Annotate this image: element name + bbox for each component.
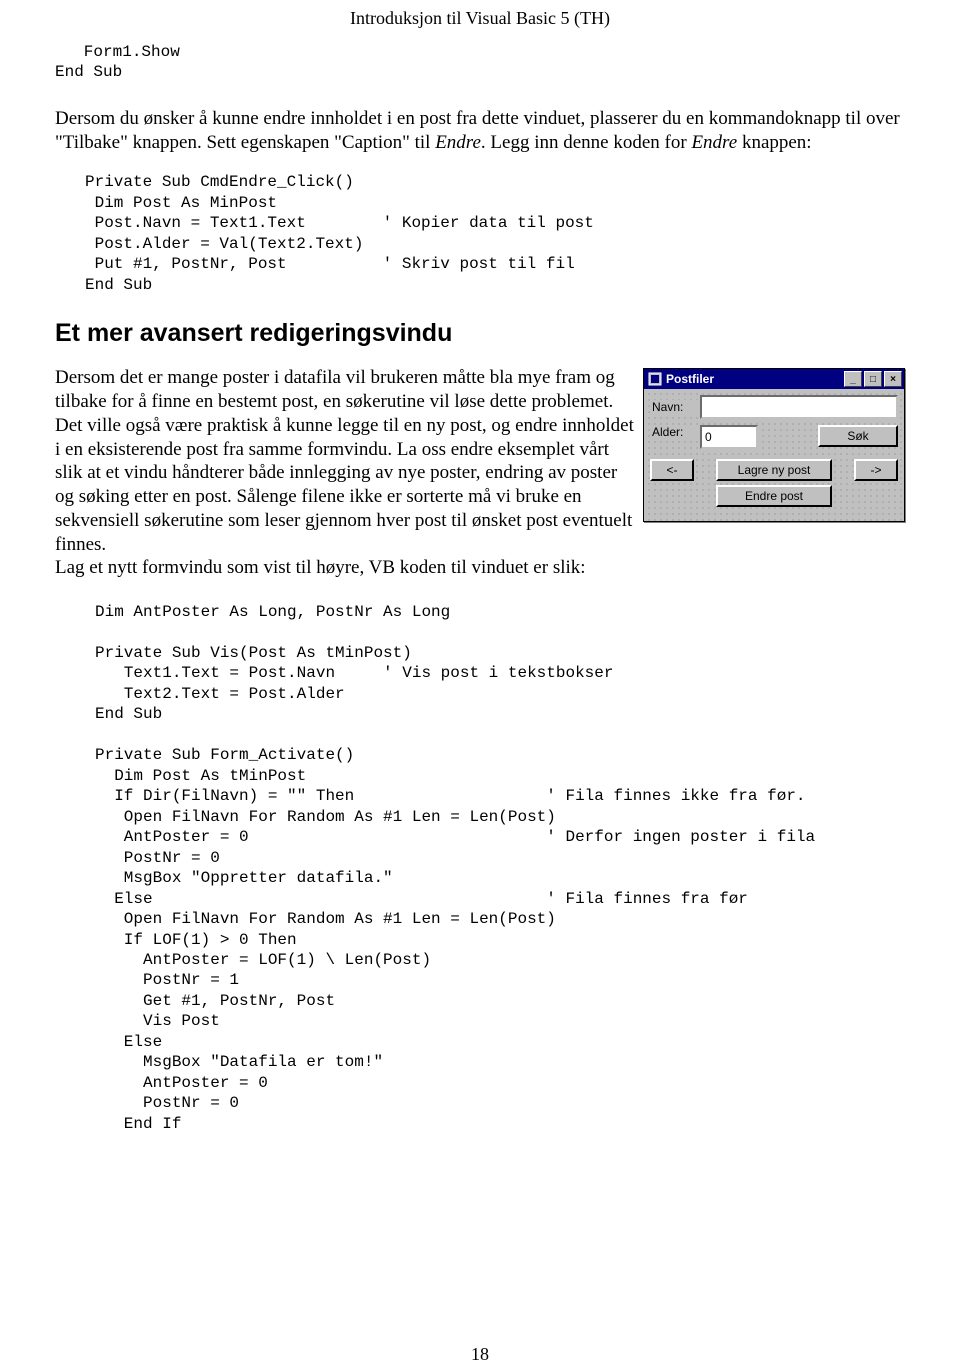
close-button[interactable]: ×	[884, 371, 902, 387]
paragraph-2b: Lag et nytt formvindu som vist til høyre…	[55, 556, 635, 580]
maximize-button[interactable]: □	[864, 371, 882, 387]
page-header: Introduksjon til Visual Basic 5 (TH)	[55, 8, 905, 29]
lagre-ny-post-button[interactable]: Lagre ny post	[716, 459, 832, 481]
para1-mid: . Legg inn denne koden for	[481, 132, 692, 153]
alder-value: 0	[705, 430, 712, 444]
code-block-bottom: Dim AntPoster As Long, PostNr As Long Pr…	[95, 602, 905, 1134]
sok-button[interactable]: Søk	[818, 425, 898, 447]
next-button[interactable]: ->	[854, 459, 898, 481]
paragraph-2: Dersom det er mange poster i datafila vi…	[55, 366, 635, 556]
postfiler-window: Postfiler _ □ × Navn: Alder: 0 Søk <-	[643, 368, 905, 522]
endre-post-button[interactable]: Endre post	[716, 485, 832, 507]
heading-advanced-window: Et mer avansert redigeringsvindu	[55, 319, 905, 348]
minimize-icon: _	[850, 374, 856, 385]
window-title: Postfiler	[666, 372, 842, 386]
para1-italic-1: Endre	[435, 132, 481, 153]
maximize-icon: □	[870, 374, 876, 385]
code-block-top: Form1.Show End Sub	[55, 42, 905, 83]
prev-button[interactable]: <-	[650, 459, 694, 481]
para1-italic-2: Endre	[691, 132, 737, 153]
label-navn: Navn:	[650, 400, 700, 414]
titlebar[interactable]: Postfiler _ □ ×	[644, 369, 904, 389]
page-number: 18	[0, 1344, 960, 1365]
label-alder: Alder:	[650, 425, 700, 439]
app-icon	[648, 372, 662, 386]
paragraph-1: Dersom du ønsker å kunne endre innholdet…	[55, 107, 905, 155]
para1-tail: knappen:	[737, 132, 811, 153]
navn-input[interactable]	[700, 395, 898, 419]
code-block-mid: Private Sub CmdEndre_Click() Dim Post As…	[85, 172, 905, 295]
close-icon: ×	[890, 374, 896, 385]
alder-input[interactable]: 0	[700, 425, 758, 449]
minimize-button[interactable]: _	[844, 371, 862, 387]
